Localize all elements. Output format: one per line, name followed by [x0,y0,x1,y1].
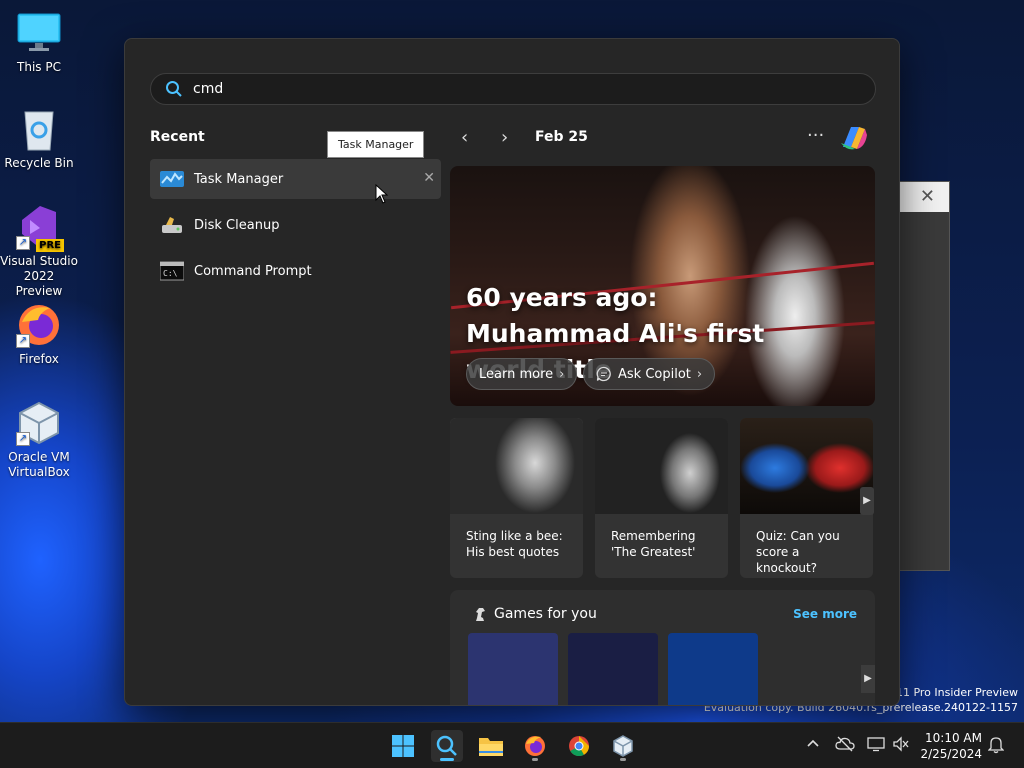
search-input[interactable] [193,81,793,97]
shortcut-arrow-icon: ↗ [16,432,30,446]
task-manager-icon [160,169,184,189]
search-box[interactable] [150,73,876,105]
recent-item-command-prompt[interactable]: C:\ Command Prompt [150,251,441,291]
visual-studio-icon: PRE ↗ [16,204,64,252]
recycle-bin-icon [16,106,62,152]
recent-heading: Recent [150,129,205,145]
feed-date: Feb 25 [535,129,588,145]
hero-story[interactable]: 60 years ago: Muhammad Ali's first world… [450,166,875,406]
taskbar-file-explorer[interactable] [475,730,507,762]
story-card-caption: Quiz: Can you score a knockout? [756,529,840,575]
taskbar-virtualbox[interactable] [607,730,639,762]
games-section: Games for you See more ▶ [450,590,875,705]
desktop-icon-recycle-bin[interactable]: Recycle Bin [0,106,78,171]
taskbar-firefox[interactable] [519,730,551,762]
desktop-icon-firefox[interactable]: ↗ Firefox [0,302,78,367]
story-card-remembering[interactable]: Remembering 'The Greatest' [595,418,728,578]
chevron-right-icon: › [696,366,703,382]
more-options-icon[interactable]: ··· [807,125,824,146]
desktop-icon-virtualbox[interactable]: ↗ Oracle VM VirtualBox [0,400,78,480]
mouse-cursor-icon [375,184,389,204]
desktop-icon-label: Visual Studio 2022 Preview [0,254,78,298]
running-indicator [532,758,538,761]
feed-nav-row: ‹ › Feb 25 ··· [455,125,875,151]
onedrive-offline-icon[interactable] [835,736,855,756]
chat-bubble-icon [596,366,612,382]
chess-piece-icon [472,606,488,622]
desktop-icon-label: Firefox [19,352,59,366]
network-display-icon[interactable] [866,736,886,756]
desktop-icon-label: This PC [17,60,61,74]
virtualbox-icon [613,735,633,757]
recent-item-label: Disk Cleanup [194,217,280,233]
story-card-caption: Sting like a bee: His best quotes [466,529,563,559]
firefox-icon [525,736,545,756]
notification-bell-icon[interactable] [986,736,1006,756]
system-clock[interactable]: 10:10 AM 2/25/2024 [920,730,982,762]
windows-logo-icon [392,735,414,757]
search-icon [165,80,183,98]
story-card-quiz[interactable]: Quiz: Can you score a knockout? [740,418,873,578]
active-indicator [440,758,454,761]
running-indicator [620,758,626,761]
taskbar: 10:10 AM 2/25/2024 [0,722,1024,768]
game-tile[interactable] [568,633,658,705]
folder-icon [479,738,503,756]
copilot-logo-icon[interactable] [837,121,871,155]
chrome-icon [569,736,590,757]
learn-more-label: Learn more [479,366,554,382]
story-card-caption: Remembering 'The Greatest' [611,529,696,559]
learn-more-button[interactable]: Learn more › [466,358,578,390]
chevron-up-icon[interactable] [803,736,823,756]
desktop-icon-this-pc[interactable]: This PC [0,10,78,75]
see-more-link[interactable]: See more [793,607,857,621]
taskbar-search-button[interactable] [431,730,463,762]
close-icon[interactable]: ✕ [920,186,935,207]
search-panel: Recent Task Manager ✕ Disk Cleanup C:\ C… [124,38,900,706]
games-title: Games for you [494,606,597,622]
shortcut-arrow-icon: ↗ [16,236,30,250]
recent-item-task-manager[interactable]: Task Manager ✕ [150,159,441,199]
command-prompt-icon: C:\ [159,261,185,281]
monitor-icon [16,10,62,56]
volume-muted-icon[interactable] [891,736,911,756]
clock-time: 10:10 AM [925,731,982,745]
tooltip: Task Manager [327,131,425,158]
desktop-icon-label: Recycle Bin [4,156,74,170]
recent-list: Task Manager ✕ Disk Cleanup C:\ Command … [150,159,441,297]
games-next-button[interactable]: ▶ [861,665,875,693]
story-cards: Sting like a bee: His best quotes Rememb… [450,418,875,578]
previous-arrow-icon[interactable]: ‹ [461,127,468,148]
story-card-image [450,418,583,514]
search-icon [436,735,457,756]
taskbar-chrome[interactable] [563,730,595,762]
game-tile[interactable] [668,633,758,705]
ask-copilot-button[interactable]: Ask Copilot › [583,358,716,390]
desktop-icon-label: Oracle VM VirtualBox [8,450,70,479]
story-card-image [595,418,728,514]
recent-item-disk-cleanup[interactable]: Disk Cleanup [150,205,441,245]
cards-next-button[interactable]: ▶ [860,487,874,515]
chevron-right-icon: › [559,366,565,382]
clock-date: 2/25/2024 [920,747,982,761]
disk-cleanup-icon [160,215,184,235]
story-card-image [740,418,873,514]
game-tile[interactable] [468,633,558,705]
preview-badge: PRE [36,239,64,252]
start-button[interactable] [387,730,419,762]
virtualbox-icon: ↗ [16,400,62,446]
ask-copilot-label: Ask Copilot [618,366,691,382]
story-card-quotes[interactable]: Sting like a bee: His best quotes [450,418,583,578]
next-arrow-icon[interactable]: › [501,127,508,148]
remove-recent-close-icon[interactable]: ✕ [423,170,435,186]
recent-item-label: Command Prompt [194,263,312,279]
svg-text:C:\: C:\ [163,269,178,278]
firefox-icon: ↗ [16,302,62,348]
recent-item-label: Task Manager [194,171,284,187]
shortcut-arrow-icon: ↗ [16,334,30,348]
desktop-icon-visual-studio[interactable]: PRE ↗ Visual Studio 2022 Preview [0,204,78,299]
